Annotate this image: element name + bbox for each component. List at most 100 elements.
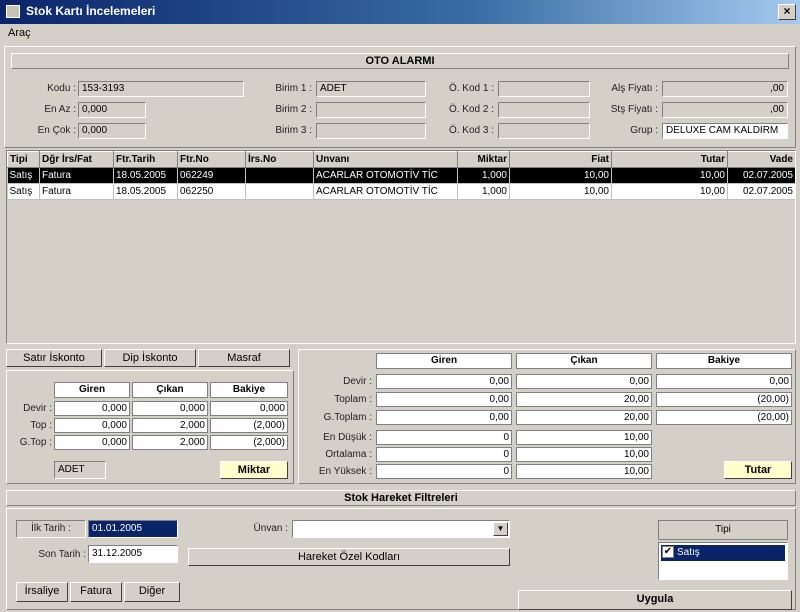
small-gtop-bakiye: (2,000) <box>210 435 288 450</box>
small-top-giren: 0,000 <box>54 418 130 433</box>
small-header-giren: Giren <box>54 382 130 398</box>
col-header-tipi[interactable]: Tipi <box>7 151 40 168</box>
ilk-tarih-label: İlk Tarih : <box>16 520 86 538</box>
big-devir-giren: 0,00 <box>376 374 512 389</box>
unit-field: ADET <box>54 461 106 479</box>
big-gtoplam-cikan: 20,00 <box>516 410 652 425</box>
close-button[interactable]: × <box>778 4 796 20</box>
tipi-list-item[interactable]: ✔ Satış <box>661 545 785 561</box>
kod3-field[interactable] <box>498 123 590 139</box>
menu-bar: Araç <box>0 24 800 44</box>
col-header-tutar[interactable]: Tutar <box>611 151 728 168</box>
kod2-field[interactable] <box>498 102 590 118</box>
movements-table: Tipi Dğr İrs/Fat Ftr.Tarih Ftr.No İrs.No… <box>7 151 795 200</box>
col-header-miktar[interactable]: Miktar <box>457 151 510 168</box>
big-enyuksek-cikan: 10,00 <box>516 464 652 479</box>
big-devir-cikan: 0,00 <box>516 374 652 389</box>
diger-button[interactable]: Diğer <box>124 582 180 602</box>
encok-label: En Çok : <box>37 125 76 136</box>
big-endusuk-giren: 0 <box>376 430 512 445</box>
tipi-item-label: Satış <box>677 547 700 558</box>
birim2-field[interactable] <box>316 102 426 118</box>
kod1-label: Ö. Kod 1 : <box>448 83 494 94</box>
satis-field[interactable]: ,00 <box>662 102 788 118</box>
ilk-tarih-input[interactable]: 01.01.2005 <box>88 520 178 538</box>
big-toplam-bakiye: (20,00) <box>656 392 792 407</box>
small-top-bakiye: (2,000) <box>210 418 288 433</box>
menu-item-arac[interactable]: Araç <box>8 27 31 39</box>
big-gtoplam-bakiye: (20,00) <box>656 410 792 425</box>
table-row[interactable]: Satış Fatura 18.05.2005 062250 ACARLAR O… <box>7 183 795 200</box>
cell-vade: 02.07.2005 <box>727 167 795 184</box>
filters-header: Stok Hareket Filtreleri <box>6 490 796 506</box>
cell-fiat: 10,00 <box>509 167 612 184</box>
cell-tutar: 10,00 <box>611 183 728 200</box>
alarm-header: OTO ALARMI <box>11 53 789 69</box>
col-header-irs-no[interactable]: İrs.No <box>245 151 314 168</box>
big-ortalama-cikan: 10,00 <box>516 447 652 462</box>
kodu-field[interactable]: 153-3193 <box>78 81 244 97</box>
small-gtop-cikan: 2,000 <box>132 435 208 450</box>
chevron-down-icon[interactable]: ▼ <box>493 522 508 536</box>
son-tarih-label: Son Tarih : <box>38 549 86 560</box>
big-gtoplam-label: G.Toplam : <box>323 412 372 423</box>
birim3-field[interactable] <box>316 123 426 139</box>
movements-grid[interactable]: Tipi Dğr İrs/Fat Ftr.Tarih Ftr.No İrs.No… <box>6 150 796 344</box>
cell-ftr-tarih: 18.05.2005 <box>113 167 178 184</box>
tab-dip-iskonto[interactable]: Dip İskonto <box>104 349 196 367</box>
tipi-list[interactable]: ✔ Satış <box>658 542 788 580</box>
col-header-ftr-tarih[interactable]: Ftr.Tarih <box>113 151 178 168</box>
col-header-fiat[interactable]: Fiat <box>509 151 612 168</box>
cell-tipi: Satış <box>7 167 40 184</box>
tutar-button[interactable]: Tutar <box>724 461 792 479</box>
tab-masraf[interactable]: Masraf <box>198 349 290 367</box>
cell-ftr-no: 062249 <box>177 167 246 184</box>
irsaliye-button[interactable]: İrsaliye <box>16 582 68 602</box>
big-endusuk-cikan: 10,00 <box>516 430 652 445</box>
miktar-button[interactable]: Miktar <box>220 461 288 479</box>
tab-satir-iskonto[interactable]: Satır İskonto <box>6 349 102 367</box>
col-header-vade[interactable]: Vade <box>727 151 795 168</box>
cell-dgr-irs-fat: Fatura <box>39 167 114 184</box>
cell-tutar: 10,00 <box>611 167 728 184</box>
cell-vade: 02.07.2005 <box>727 183 795 200</box>
small-gtop-label: G.Top : <box>19 437 52 448</box>
cell-tipi: Satış <box>7 183 40 200</box>
fatura-button[interactable]: Fatura <box>70 582 122 602</box>
enaz-field[interactable]: 0,000 <box>78 102 146 118</box>
hareket-ozel-kodlari-button[interactable]: Hareket Özel Kodları <box>188 548 510 566</box>
col-header-unvani[interactable]: Unvanı <box>313 151 458 168</box>
uygula-button[interactable]: Uygula <box>518 590 792 610</box>
alis-label: Alş Fiyatı : <box>611 83 658 94</box>
big-devir-bakiye: 0,00 <box>656 374 792 389</box>
checkbox-checked-icon[interactable]: ✔ <box>662 546 674 558</box>
birim1-field[interactable]: ADET <box>316 81 426 97</box>
small-header-cikan: Çıkan <box>132 382 208 398</box>
kodu-label: Kodu : <box>47 83 76 94</box>
kod1-field[interactable] <box>498 81 590 97</box>
encok-field[interactable]: 0,000 <box>78 123 146 139</box>
big-devir-label: Devir : <box>343 376 372 387</box>
cell-irs-no <box>245 183 314 200</box>
cell-miktar: 1,000 <box>457 183 510 200</box>
alis-field[interactable]: ,00 <box>662 81 788 97</box>
unvan-select[interactable] <box>292 520 510 538</box>
big-toplam-cikan: 20,00 <box>516 392 652 407</box>
small-top-cikan: 2,000 <box>132 418 208 433</box>
grup-field[interactable]: DELUXE CAM KALDIRM <box>662 123 788 139</box>
birim2-label: Birim 2 : <box>275 104 312 115</box>
cell-ftr-no: 062250 <box>177 183 246 200</box>
birim1-label: Birim 1 : <box>275 83 312 94</box>
big-toplam-giren: 0,00 <box>376 392 512 407</box>
small-header-bakiye: Bakiye <box>210 382 288 398</box>
enaz-label: En Az : <box>44 104 76 115</box>
cell-dgr-irs-fat: Fatura <box>39 183 114 200</box>
col-header-dgr-irs-fat[interactable]: Dğr İrs/Fat <box>39 151 114 168</box>
small-devir-bakiye: 0,000 <box>210 401 288 416</box>
table-row[interactable]: Satış Fatura 18.05.2005 062249 ACARLAR O… <box>7 167 795 184</box>
app-icon <box>6 5 20 18</box>
big-header-cikan: Çıkan <box>516 353 652 369</box>
col-header-ftr-no[interactable]: Ftr.No <box>177 151 246 168</box>
son-tarih-input[interactable]: 31.12.2005 <box>88 545 178 563</box>
big-ortalama-label: Ortalama : <box>325 449 372 460</box>
